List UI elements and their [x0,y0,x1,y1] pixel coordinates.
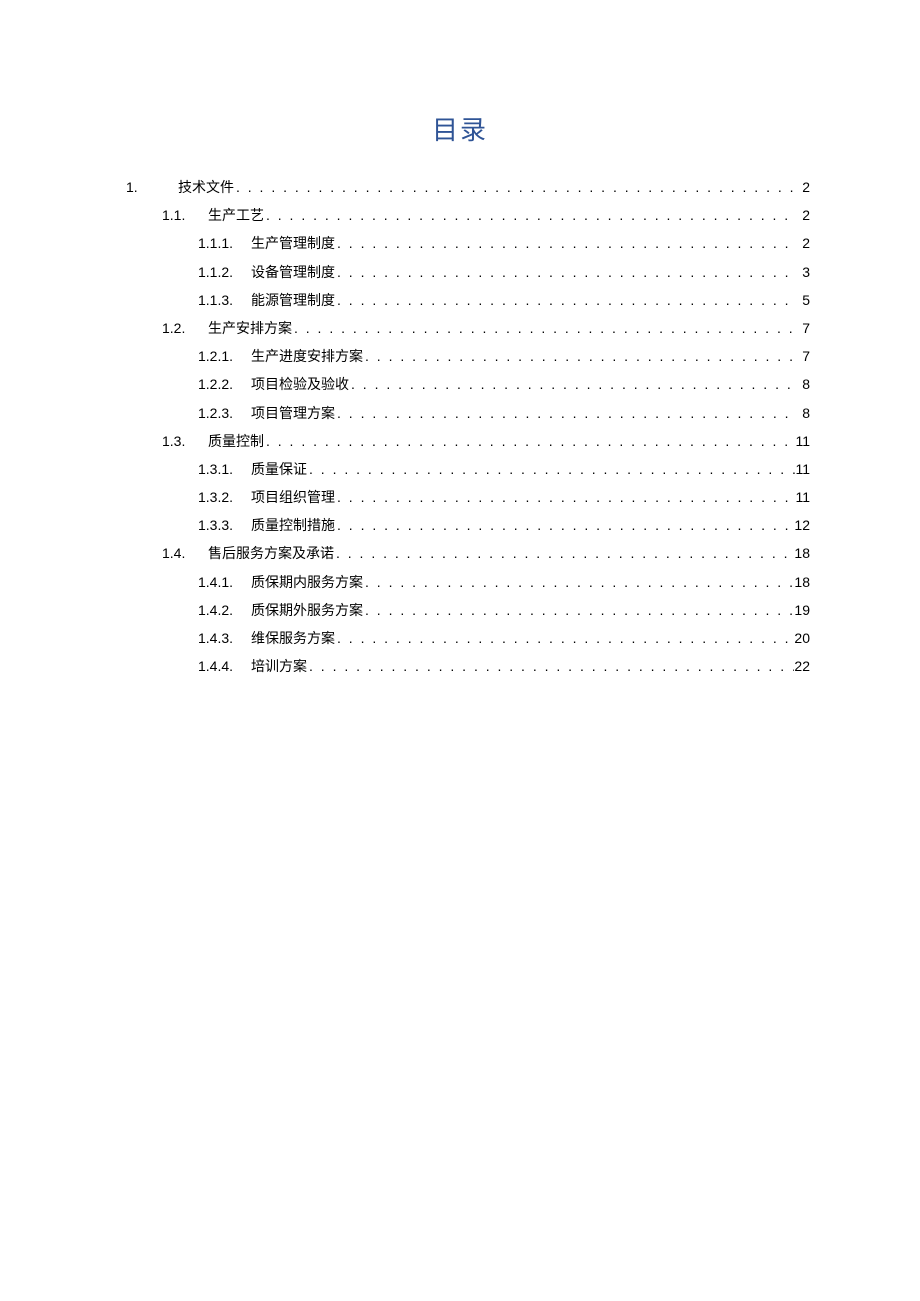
toc-entry-page: 8 [796,401,810,426]
toc-entry-page: 22 [794,654,810,679]
toc-entry-page: 12 [794,513,810,538]
toc-entry-number: 1.1.2. [198,260,233,285]
toc-entry-label: 质保期外服务方案 [251,598,363,623]
toc-dot-leader [335,231,796,256]
toc-entry-page: 3 [796,260,810,285]
toc-dot-leader [335,260,796,285]
toc-entry-label: 项目检验及验收 [251,372,349,397]
toc-entry-page: 2 [796,203,810,228]
toc-dot-leader [335,401,796,426]
toc-entry-number: 1.4.3. [198,626,233,651]
toc-entry-number: 1.4. [162,541,190,566]
toc-entry[interactable]: 1.2. 生产安排方案 7 [110,316,810,341]
toc-entry-label: 项目管理方案 [251,401,335,426]
toc-entry-number: 1.1.1. [198,231,233,256]
toc-entry-page: 11 [795,485,810,510]
toc-entry[interactable]: 1.4.4. 培训方案 22 [110,654,810,679]
toc-entry-label: 质量控制措施 [251,513,335,538]
toc-entry-number: 1.3. [162,429,190,454]
toc-entry[interactable]: 1.2.2. 项目检验及验收 8 [110,372,810,397]
toc-entry-label: 质量保证 [251,457,307,482]
toc-entry-number: 1.4.2. [198,598,233,623]
toc-entry[interactable]: 1.3. 质量控制 11 [110,429,810,454]
toc-entry[interactable]: 1.4.3. 维保服务方案 20 [110,626,810,651]
toc-title: 目录 [110,110,810,147]
toc-entry-number: 1.2.3. [198,401,233,426]
toc-entry-number: 1.4.1. [198,570,233,595]
toc-entry[interactable]: 1.3.3. 质量控制措施 12 [110,513,810,538]
toc-entry-number: 1.3.3. [198,513,233,538]
toc-entry[interactable]: 1.4.2. 质保期外服务方案 19 [110,598,810,623]
toc-dot-leader [363,570,794,595]
toc-entry-page: 7 [796,316,810,341]
toc-entry-number: 1.3.1. [198,457,233,482]
toc-dot-leader [335,288,796,313]
toc-entry-page: 2 [796,175,810,200]
toc-entry[interactable]: 1.1. 生产工艺 2 [110,203,810,228]
toc-dot-leader [307,457,795,482]
toc-entry-page: 11 [795,457,810,482]
toc-entry[interactable]: 1.2.1. 生产进度安排方案 7 [110,344,810,369]
toc-dot-leader [334,541,794,566]
toc-entry-label: 生产工艺 [208,203,264,228]
toc-entry-number: 1.1.3. [198,288,233,313]
toc-entry-label: 能源管理制度 [251,288,335,313]
toc-dot-leader [349,372,796,397]
toc-entry-number: 1.2. [162,316,190,341]
toc-entry-page: 2 [796,231,810,256]
toc-entry-number: 1.2.2. [198,372,233,397]
toc-entry-page: 7 [796,344,810,369]
toc-entry-label: 售后服务方案及承诺 [208,541,334,566]
toc-entry-number: 1.1. [162,203,190,228]
toc-dot-leader [335,626,794,651]
toc-entry-label: 质量控制 [208,429,264,454]
toc-entry-label: 生产管理制度 [251,231,335,256]
toc-entry[interactable]: 1.1.3. 能源管理制度 5 [110,288,810,313]
toc-entry-label: 生产安排方案 [208,316,292,341]
toc-entry[interactable]: 1.1.2. 设备管理制度 3 [110,260,810,285]
toc-entry[interactable]: 1.3.1. 质量保证 11 [110,457,810,482]
toc-entry[interactable]: 1.2.3. 项目管理方案 8 [110,401,810,426]
toc-entry-label: 培训方案 [251,654,307,679]
toc-entry-label: 质保期内服务方案 [251,570,363,595]
toc-entry-page: 11 [795,429,810,454]
toc-entry-label: 生产进度安排方案 [251,344,363,369]
toc-dot-leader [264,429,795,454]
toc-entry-page: 20 [794,626,810,651]
toc-entry-page: 18 [794,570,810,595]
toc-entry[interactable]: 1.4. 售后服务方案及承诺 18 [110,541,810,566]
toc-dot-leader [234,175,796,200]
toc-entry-page: 8 [796,372,810,397]
toc-entry-number: 1.3.2. [198,485,233,510]
toc-dot-leader [363,598,794,623]
toc-entry-page: 18 [794,541,810,566]
toc-entry[interactable]: 1.4.1. 质保期内服务方案 18 [110,570,810,595]
toc-entry-label: 技术文件 [178,175,234,200]
toc-entry[interactable]: 1.1.1. 生产管理制度 2 [110,231,810,256]
toc-dot-leader [335,485,795,510]
toc-entry[interactable]: 1.3.2. 项目组织管理 11 [110,485,810,510]
toc-entry-label: 项目组织管理 [251,485,335,510]
toc-dot-leader [264,203,796,228]
toc-entry-number: 1. [126,175,154,200]
toc-entry[interactable]: 1. 技术文件 2 [110,175,810,200]
toc-dot-leader [307,654,794,679]
toc-entry-page: 5 [796,288,810,313]
toc-dot-leader [292,316,796,341]
toc-entry-label: 设备管理制度 [251,260,335,285]
toc-entry-page: 19 [794,598,810,623]
toc-entry-label: 维保服务方案 [251,626,335,651]
toc-dot-leader [363,344,796,369]
toc-container: 1. 技术文件 2 1.1. 生产工艺 2 1.1.1. 生产管理制度 2 1.1.2. 设备管理制… [110,175,810,679]
toc-entry-number: 1.4.4. [198,654,233,679]
toc-entry-number: 1.2.1. [198,344,233,369]
toc-dot-leader [335,513,794,538]
